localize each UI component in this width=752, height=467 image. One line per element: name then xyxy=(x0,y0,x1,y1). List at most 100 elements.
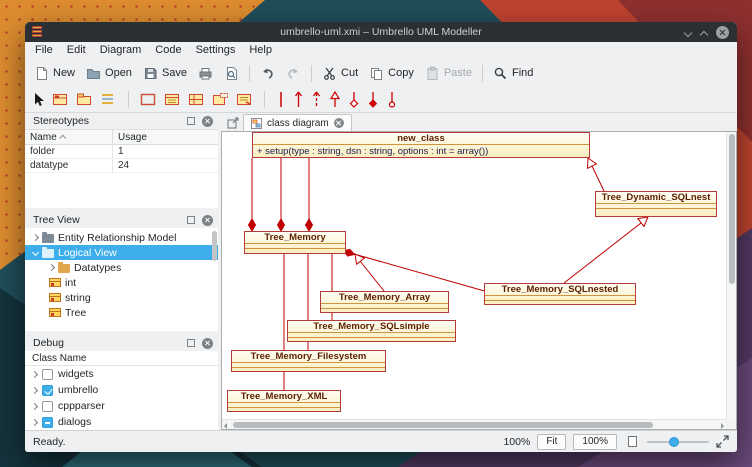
umbrello-checkbox[interactable] xyxy=(42,385,53,396)
class-tree-dynamic-sqlnest[interactable]: Tree_Dynamic_SQLnest xyxy=(595,191,717,217)
new-button[interactable]: New xyxy=(29,64,80,83)
class-tool-icon[interactable] xyxy=(52,92,69,107)
horizontal-scrollbar-handle[interactable] xyxy=(233,422,653,428)
note-tool-icon[interactable] xyxy=(236,92,253,107)
enum-tool-icon[interactable] xyxy=(164,92,181,107)
directed-association-tool-icon[interactable] xyxy=(293,90,304,109)
vertical-scrollbar-handle[interactable] xyxy=(729,134,735,284)
undo-button[interactable] xyxy=(255,64,280,83)
menu-help[interactable]: Help xyxy=(242,42,279,59)
class-tree-memory-array[interactable]: Tree_Memory_Array xyxy=(320,291,449,313)
debug-item-dialogs[interactable]: dialogs xyxy=(25,414,218,430)
dock-float-icon[interactable] xyxy=(187,216,195,224)
new-tab-button[interactable] xyxy=(223,115,243,131)
cppparser-checkbox[interactable] xyxy=(42,401,53,412)
chevron-right-icon[interactable] xyxy=(31,386,38,393)
horizontal-scrollbar[interactable] xyxy=(222,419,726,429)
tree-item-datatypes[interactable]: Datatypes xyxy=(25,260,218,275)
chevron-right-icon[interactable] xyxy=(31,370,38,377)
vertical-scrollbar[interactable] xyxy=(726,132,736,419)
debug-column-header[interactable]: Class Name xyxy=(25,351,218,366)
print-preview-button[interactable] xyxy=(219,64,244,83)
chevron-right-icon[interactable] xyxy=(48,264,55,271)
tab-label: class diagram xyxy=(267,118,329,129)
package-tool-icon[interactable] xyxy=(76,92,93,107)
debug-item-widgets[interactable]: widgets xyxy=(25,366,218,382)
fullscreen-icon[interactable] xyxy=(716,435,729,448)
menu-diagram[interactable]: Diagram xyxy=(93,42,149,59)
widgets-checkbox[interactable] xyxy=(42,369,53,380)
chevron-right-icon[interactable] xyxy=(31,418,38,425)
dock-close-icon[interactable] xyxy=(202,116,213,127)
tab-close-icon[interactable] xyxy=(334,118,344,128)
generalization-lines[interactable] xyxy=(351,156,651,291)
scroll-left-icon[interactable] xyxy=(224,423,227,429)
print-preview-icon xyxy=(224,66,239,81)
chevron-down-icon[interactable] xyxy=(32,249,39,256)
redo-icon xyxy=(286,66,301,81)
generalization-tool-icon[interactable] xyxy=(329,90,341,109)
zoom-select-button[interactable]: 100% xyxy=(573,434,617,450)
anchor-tool-icon[interactable] xyxy=(386,90,398,109)
menu-settings[interactable]: Settings xyxy=(189,42,243,59)
scroll-right-icon[interactable] xyxy=(721,423,724,429)
dock-float-icon[interactable] xyxy=(187,117,195,125)
class-tree-memory-sqlsimple[interactable]: Tree_Memory_SQLsimple xyxy=(287,320,456,342)
entity-tool-icon[interactable] xyxy=(188,92,205,107)
dock-close-icon[interactable] xyxy=(202,338,213,349)
menu-edit[interactable]: Edit xyxy=(60,42,93,59)
association-tool-icon[interactable] xyxy=(276,90,286,109)
dependency-tool-icon[interactable] xyxy=(311,90,322,109)
fit-button[interactable]: Fit xyxy=(537,434,566,450)
interface-tool-icon[interactable] xyxy=(100,92,117,107)
titlebar[interactable]: umbrello-uml.xmi – Umbrello UML Modeller xyxy=(25,22,737,42)
tree-item-tree[interactable]: Tree xyxy=(25,305,218,320)
tree-item-entity-relationship-model[interactable]: Entity Relationship Model xyxy=(25,230,218,245)
stereotype-row[interactable]: datatype 24 xyxy=(25,159,218,173)
copy-button[interactable]: Copy xyxy=(364,64,419,83)
redo-button[interactable] xyxy=(281,64,306,83)
datatype-tool-icon[interactable] xyxy=(140,92,157,107)
stereotype-row[interactable]: folder 1 xyxy=(25,145,218,159)
class-tree-memory-filesystem[interactable]: Tree_Memory_Filesystem xyxy=(231,350,386,372)
class-tree-memory[interactable]: Tree_Memory xyxy=(244,231,346,254)
zoom-slider[interactable] xyxy=(647,435,709,449)
chevron-right-icon[interactable] xyxy=(31,402,38,409)
menu-file[interactable]: File xyxy=(28,42,60,59)
diagram-canvas[interactable]: new_class + setup(type : string, dsn : s… xyxy=(221,131,737,430)
tree-item-logical-view[interactable]: Logical View xyxy=(25,245,218,260)
composition-lines[interactable] xyxy=(252,158,488,292)
maximize-icon[interactable] xyxy=(700,29,707,36)
debug-item-cppparser[interactable]: cppparser xyxy=(25,398,218,414)
dialogs-checkbox[interactable] xyxy=(42,417,53,428)
aggregation-tool-icon[interactable] xyxy=(348,90,360,109)
composition-tool-icon[interactable] xyxy=(367,90,379,109)
menu-code[interactable]: Code xyxy=(148,42,188,59)
tree-item-string[interactable]: string xyxy=(25,290,218,305)
class-tree-memory-sqlnested[interactable]: Tree_Memory_SQLnested xyxy=(484,283,636,305)
select-tool-icon[interactable] xyxy=(32,92,45,108)
stereotypes-table: Name Usage folder 1 datatype 24 xyxy=(25,129,218,208)
tree-item-int[interactable]: int xyxy=(25,275,218,290)
folder-icon xyxy=(42,249,54,258)
dock-float-icon[interactable] xyxy=(187,339,195,347)
open-button[interactable]: Open xyxy=(81,64,137,83)
minimize-icon[interactable] xyxy=(684,29,691,36)
class-new_class[interactable]: new_class + setup(type : string, dsn : s… xyxy=(252,132,590,158)
close-icon[interactable] xyxy=(716,26,729,39)
stereotypes-table-header[interactable]: Name Usage xyxy=(25,130,218,145)
zoom-slider-handle[interactable] xyxy=(669,437,679,447)
debug-item-umbrello[interactable]: umbrello xyxy=(25,382,218,398)
class-tree-memory-xml[interactable]: Tree_Memory_XML xyxy=(227,390,341,412)
zoom-page-button[interactable] xyxy=(624,434,640,450)
tree-scrollbar[interactable] xyxy=(212,231,217,261)
cut-button[interactable]: Cut xyxy=(317,64,363,83)
print-button[interactable] xyxy=(193,64,218,83)
save-button[interactable]: Save xyxy=(138,64,192,83)
dock-close-icon[interactable] xyxy=(202,215,213,226)
chevron-right-icon[interactable] xyxy=(32,234,39,241)
tab-class-diagram[interactable]: class diagram xyxy=(243,114,352,131)
find-button[interactable]: Find xyxy=(488,64,538,83)
paste-button[interactable]: Paste xyxy=(420,64,477,83)
template-tool-icon[interactable] xyxy=(212,92,229,107)
